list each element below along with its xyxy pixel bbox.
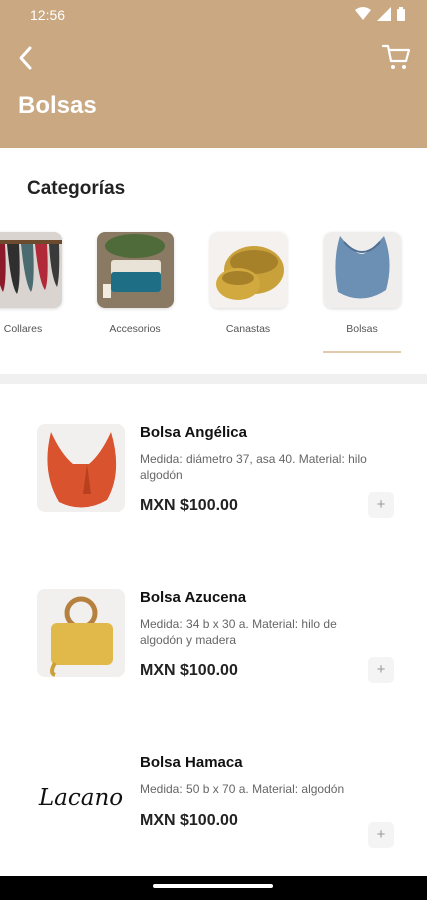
category-collares[interactable]: Collares bbox=[0, 232, 62, 335]
product-image: Lacano bbox=[37, 754, 125, 842]
brand-logo: Lacano bbox=[37, 754, 125, 842]
product-description: Medida: diámetro 37, asa 40. Material: h… bbox=[140, 452, 367, 482]
status-icons bbox=[355, 7, 405, 21]
product-name: Bolsa Azucena bbox=[140, 589, 247, 606]
category-bolsas[interactable]: Bolsas bbox=[323, 232, 401, 335]
wifi-icon bbox=[355, 7, 371, 20]
categories-section: Categorías Collares Accesorios Canastas … bbox=[0, 148, 427, 374]
product-list: Bolsa Angélica Medida: diámetro 37, asa … bbox=[0, 384, 427, 876]
product-description: Medida: 50 b x 70 a. Material: algodón bbox=[140, 782, 345, 796]
product-item[interactable]: Lacano Bolsa Hamaca Medida: 50 b x 70 a.… bbox=[0, 754, 427, 874]
product-name: Bolsa Hamaca bbox=[140, 754, 243, 771]
product-image bbox=[37, 589, 125, 677]
category-label: Accesorios bbox=[109, 323, 161, 335]
category-accesorios[interactable]: Accesorios bbox=[96, 232, 174, 335]
product-name: Bolsa Angélica bbox=[140, 424, 247, 441]
product-item[interactable]: Bolsa Angélica Medida: diámetro 37, asa … bbox=[0, 424, 427, 544]
product-price: MXN $100.00 bbox=[140, 497, 238, 514]
product-price: MXN $100.00 bbox=[140, 662, 238, 679]
status-bar: 12:56 bbox=[0, 0, 427, 30]
section-divider bbox=[0, 374, 427, 384]
status-time: 12:56 bbox=[30, 7, 66, 23]
product-item[interactable]: Bolsa Azucena Medida: 34 b x 30 a. Mater… bbox=[0, 589, 427, 709]
category-label: Collares bbox=[3, 323, 43, 335]
necklaces-thumbnail bbox=[0, 232, 62, 308]
battery-icon bbox=[397, 7, 405, 21]
navigation-bar bbox=[0, 876, 427, 900]
back-arrow-icon[interactable] bbox=[14, 44, 38, 72]
selected-category-indicator bbox=[323, 351, 401, 353]
categories-title: Categorías bbox=[27, 178, 126, 199]
add-to-cart-button[interactable]: + bbox=[368, 657, 394, 683]
add-to-cart-button[interactable]: + bbox=[368, 492, 394, 518]
bags-thumbnail bbox=[323, 232, 401, 308]
category-label: Bolsas bbox=[346, 323, 378, 335]
baskets-thumbnail bbox=[209, 232, 287, 308]
product-price: MXN $100.00 bbox=[140, 812, 238, 829]
product-image bbox=[37, 424, 125, 512]
home-gesture-handle[interactable] bbox=[153, 884, 273, 888]
add-to-cart-button[interactable]: + bbox=[368, 822, 394, 848]
page-title: Bolsas bbox=[18, 92, 97, 119]
category-label: Canastas bbox=[225, 323, 271, 335]
cart-icon[interactable] bbox=[381, 42, 411, 72]
accessories-thumbnail bbox=[96, 232, 174, 308]
product-description: Medida: 34 b x 30 a. Material: hilo de a… bbox=[140, 617, 337, 647]
app-header: 12:56 Bolsas bbox=[0, 0, 427, 148]
category-canastas[interactable]: Canastas bbox=[209, 232, 287, 335]
signal-icon bbox=[377, 7, 391, 21]
